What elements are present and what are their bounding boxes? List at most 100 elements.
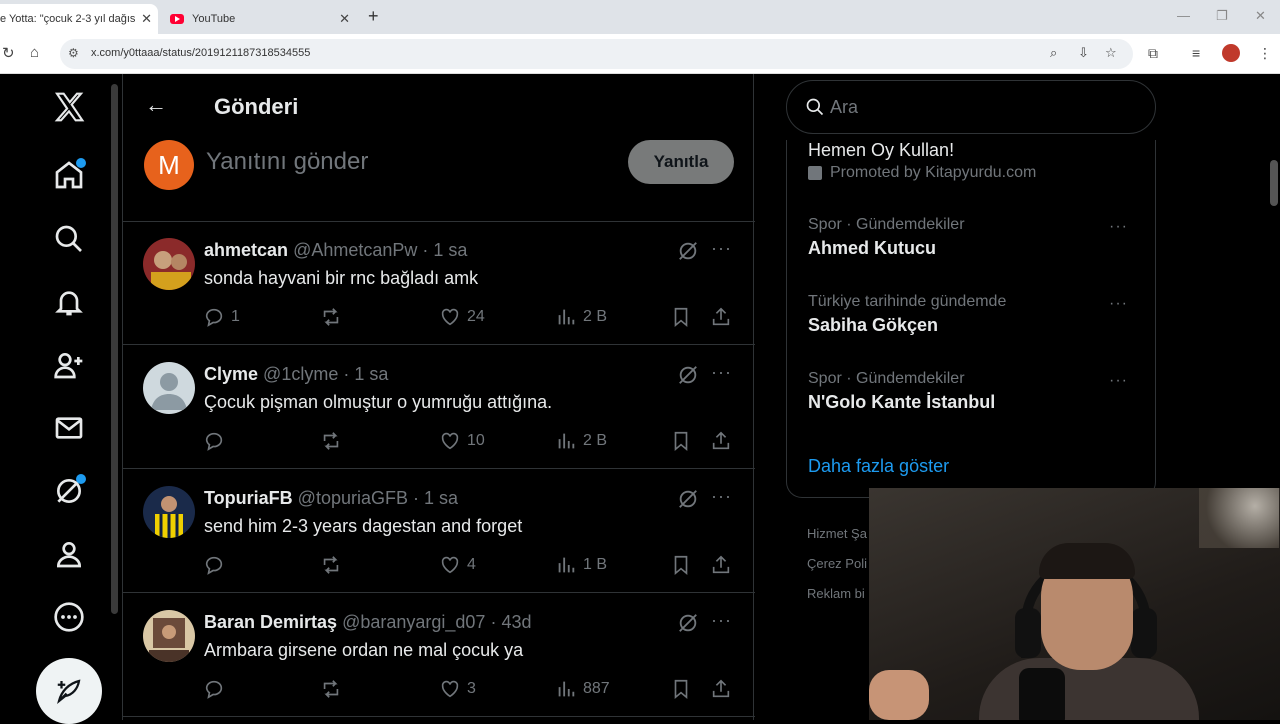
repost-action[interactable] [320,554,348,576]
more-icon[interactable]: ··· [1109,372,1128,390]
tweet-item[interactable]: ahmetcan @AhmetcanPw · 1 sa sonda hayvan… [123,222,755,345]
grok-icon[interactable] [677,240,699,262]
like-action[interactable]: 24 [439,306,485,328]
trend-item[interactable]: Türkiye tarihinde gündemde Sabiha Gökçen… [808,293,1148,336]
trend-item[interactable]: Spor · Gündemdekiler Ahmed Kutucu ··· [808,216,1148,259]
tweet-time[interactable]: · 43d [490,612,531,632]
messages-envelope-icon[interactable] [50,409,88,447]
more-icon[interactable]: ··· [1109,218,1128,236]
show-more-link[interactable]: Daha fazla göster [808,456,949,477]
site-settings-icon[interactable]: ⚙ [68,46,79,60]
more-icon[interactable]: ··· [1109,295,1128,313]
bookmark-action[interactable] [670,678,698,700]
author-name[interactable]: Baran Demirtaş [204,612,337,632]
page-scrollbar[interactable] [1270,160,1278,206]
share-action[interactable] [710,678,738,700]
address-bar[interactable]: ⚙ x.com/y0ttaaa/status/20191211873185345… [60,39,1133,69]
author-name[interactable]: ahmetcan [204,240,288,260]
reply-action[interactable] [203,430,231,452]
compose-post-button[interactable] [36,658,102,724]
browser-tab-youtube[interactable]: YouTube ✕ [164,4,356,34]
repost-action[interactable] [320,430,348,452]
bookmark-action[interactable] [670,554,698,576]
views-action[interactable]: 1 B [555,554,607,576]
browser-tab-active[interactable]: e Yotta: "çocuk 2-3 yıl dağıst ✕ [0,4,158,34]
search-box[interactable]: Ara [786,80,1156,134]
notifications-bell-icon[interactable] [50,283,88,321]
grok-nav-icon[interactable] [50,472,88,510]
views-action[interactable]: 2 B [555,306,607,328]
follow-people-icon[interactable] [50,346,88,384]
more-icon[interactable]: ··· [711,610,732,631]
trend-item[interactable]: Spor · Gündemdekiler N'Golo Kante İstanb… [808,370,1148,413]
scrollbar[interactable] [111,84,118,614]
minimize-icon[interactable]: — [1177,8,1190,23]
share-action[interactable] [710,430,738,452]
close-tab-icon[interactable]: ✕ [141,11,152,27]
home-nav-icon[interactable] [50,156,88,194]
install-app-icon[interactable]: ⇩ [1078,45,1089,61]
like-action[interactable]: 10 [439,430,485,452]
like-action[interactable]: 3 [439,678,476,700]
author-handle[interactable]: @topuriaGFB [298,488,408,508]
back-arrow-icon[interactable]: ← [145,92,167,118]
more-options-icon[interactable] [50,598,88,636]
reply-action[interactable] [203,678,231,700]
reply-input[interactable]: Yanıtını gönder [206,148,368,176]
tweet-item[interactable]: Baran Demirtaş @baranyargi_d07 · 43d Arm… [123,594,755,717]
x-logo-icon[interactable] [50,88,88,126]
extensions-icon[interactable]: ⧉ [1148,45,1158,62]
grok-icon[interactable] [677,488,699,510]
views-action[interactable]: 887 [555,678,610,700]
grok-icon[interactable] [677,612,699,634]
new-tab-icon[interactable]: + [368,6,379,27]
views-action[interactable]: 2 B [555,430,607,452]
share-action[interactable] [710,554,738,576]
search-input[interactable]: Ara [830,97,858,118]
grok-icon[interactable] [677,364,699,386]
search-nav-icon[interactable] [50,220,88,258]
profile-nav-icon[interactable] [50,535,88,573]
close-tab-icon[interactable]: ✕ [339,11,350,27]
profile-avatar[interactable] [1222,44,1240,62]
bookmark-star-icon[interactable]: ☆ [1105,45,1117,61]
author-name[interactable]: Clyme [204,364,258,384]
author-name[interactable]: TopuriaFB [204,488,293,508]
promoted-title[interactable]: Hemen Oy Kullan! [808,140,954,161]
author-handle[interactable]: @1clyme [263,364,338,384]
media-icon[interactable]: ≡ [1192,45,1200,61]
tweet-time[interactable]: · 1 sa [343,364,388,384]
reload-icon[interactable]: ↻ [2,44,15,62]
tweet-time[interactable]: · 1 sa [413,488,458,508]
reply-action[interactable] [203,554,231,576]
reply-button[interactable]: Yanıtla [628,140,734,184]
tweet-item[interactable]: TopuriaFB @topuriaGFB · 1 sa send him 2-… [123,470,755,593]
share-action[interactable] [710,306,738,328]
reply-action[interactable]: 1 [203,306,240,328]
url-text[interactable]: x.com/y0ttaaa/status/2019121187318534555 [91,47,310,59]
author-handle[interactable]: @baranyargi_d07 [342,612,485,632]
repost-action[interactable] [320,306,348,328]
author-handle[interactable]: @AhmetcanPw [293,240,417,260]
footer-link-ads[interactable]: Reklam bi [807,586,865,601]
like-action[interactable]: 4 [439,554,476,576]
avatar[interactable] [143,486,195,538]
restore-icon[interactable]: ❐ [1216,8,1228,24]
avatar[interactable] [143,238,195,290]
bookmark-action[interactable] [670,306,698,328]
user-avatar[interactable]: M [144,140,194,190]
close-window-icon[interactable]: ✕ [1255,8,1266,24]
footer-link-cookies[interactable]: Çerez Poli [807,556,867,571]
tweet-item[interactable]: Clyme @1clyme · 1 sa Çocuk pişman olmuşt… [123,346,755,469]
more-icon[interactable]: ··· [711,486,732,507]
avatar[interactable] [143,362,195,414]
tweet-time[interactable]: · 1 sa [422,240,467,260]
home-icon[interactable]: ⌂ [30,44,39,61]
footer-link-terms[interactable]: Hizmet Şa [807,526,867,541]
more-icon[interactable]: ··· [711,362,732,383]
repost-action[interactable] [320,678,348,700]
menu-icon[interactable]: ⋮ [1258,45,1272,62]
zoom-icon[interactable]: ⌕ [1050,45,1057,61]
avatar[interactable] [143,610,195,662]
bookmark-action[interactable] [670,430,698,452]
